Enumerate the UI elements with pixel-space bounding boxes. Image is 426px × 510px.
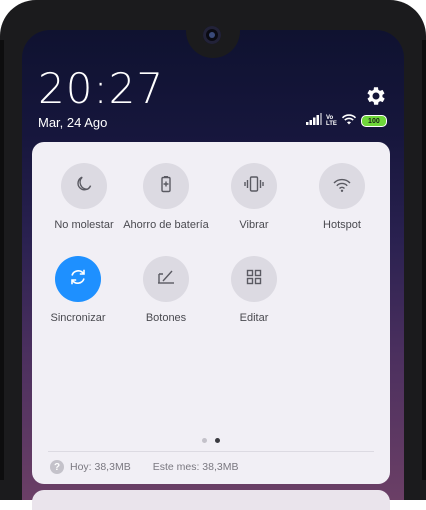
tile-vibrar-button[interactable] xyxy=(231,163,277,209)
page-indicator xyxy=(202,438,220,443)
buttons-icon xyxy=(155,267,177,292)
tile-editar[interactable]: Editar xyxy=(208,256,300,324)
tile-ahorro-bateria[interactable]: Ahorro de batería xyxy=(120,163,212,231)
tile-sincronizar-label: Sincronizar xyxy=(50,312,106,324)
divider xyxy=(48,451,374,452)
help-icon: ? xyxy=(50,460,64,474)
clock-time[interactable]: 20:27 xyxy=(38,64,164,113)
vibrate-icon xyxy=(243,174,265,199)
data-usage-today: Hoy: 38,3MB xyxy=(70,461,131,473)
hotspot-icon xyxy=(331,174,353,199)
battery-indicator: 100 xyxy=(360,115,387,127)
tile-editar-label: Editar xyxy=(239,312,269,324)
tile-vibrar-label: Vibrar xyxy=(239,219,269,231)
front-camera xyxy=(203,26,221,44)
battery-level: 100 xyxy=(368,117,380,125)
volte-bottom: LTE xyxy=(326,121,337,127)
tile-no-molestar[interactable]: No molestar xyxy=(38,163,130,231)
tile-editar-button[interactable] xyxy=(231,256,277,302)
phone-edge-left xyxy=(0,40,4,480)
tile-no-molestar-label: No molestar xyxy=(54,219,114,231)
tile-sincronizar[interactable]: Sincronizar xyxy=(32,256,124,324)
battery-saver-icon xyxy=(156,174,176,199)
data-usage-month: Este mes: 38,3MB xyxy=(152,461,239,473)
page-dot-1[interactable] xyxy=(202,438,207,443)
status-icons: Vo LTE 100 xyxy=(306,112,387,130)
tile-ahorro-bateria-label: Ahorro de batería xyxy=(123,219,209,231)
data-usage-row[interactable]: ? Hoy: 38,3MB Este mes: 38,3MB xyxy=(50,460,239,474)
notification-panel-edge xyxy=(32,490,390,510)
sync-icon xyxy=(67,266,89,293)
clock-date[interactable]: Mar, 24 Ago xyxy=(38,115,107,130)
phone-edge-right xyxy=(422,40,426,480)
tile-vibrar[interactable]: Vibrar xyxy=(208,163,300,231)
tile-botones-button[interactable] xyxy=(143,256,189,302)
wifi-icon xyxy=(341,112,357,130)
tile-hotspot-label: Hotspot xyxy=(323,219,361,231)
tile-ahorro-bateria-button[interactable] xyxy=(143,163,189,209)
gear-icon[interactable] xyxy=(364,84,388,108)
tile-no-molestar-button[interactable] xyxy=(61,163,107,209)
quick-settings-panel: No molestar Ahorro de batería Vibrar Hot… xyxy=(32,142,390,484)
signal-icon xyxy=(306,112,322,130)
volte-icon: Vo LTE xyxy=(326,115,337,127)
moon-icon xyxy=(74,174,94,199)
tile-botones[interactable]: Botones xyxy=(120,256,212,324)
tile-botones-label: Botones xyxy=(145,312,187,324)
tile-sincronizar-button[interactable] xyxy=(55,256,101,302)
edit-grid-icon xyxy=(244,267,264,292)
page-dot-2[interactable] xyxy=(215,438,220,443)
tile-hotspot-button[interactable] xyxy=(319,163,365,209)
tile-hotspot[interactable]: Hotspot xyxy=(296,163,388,231)
